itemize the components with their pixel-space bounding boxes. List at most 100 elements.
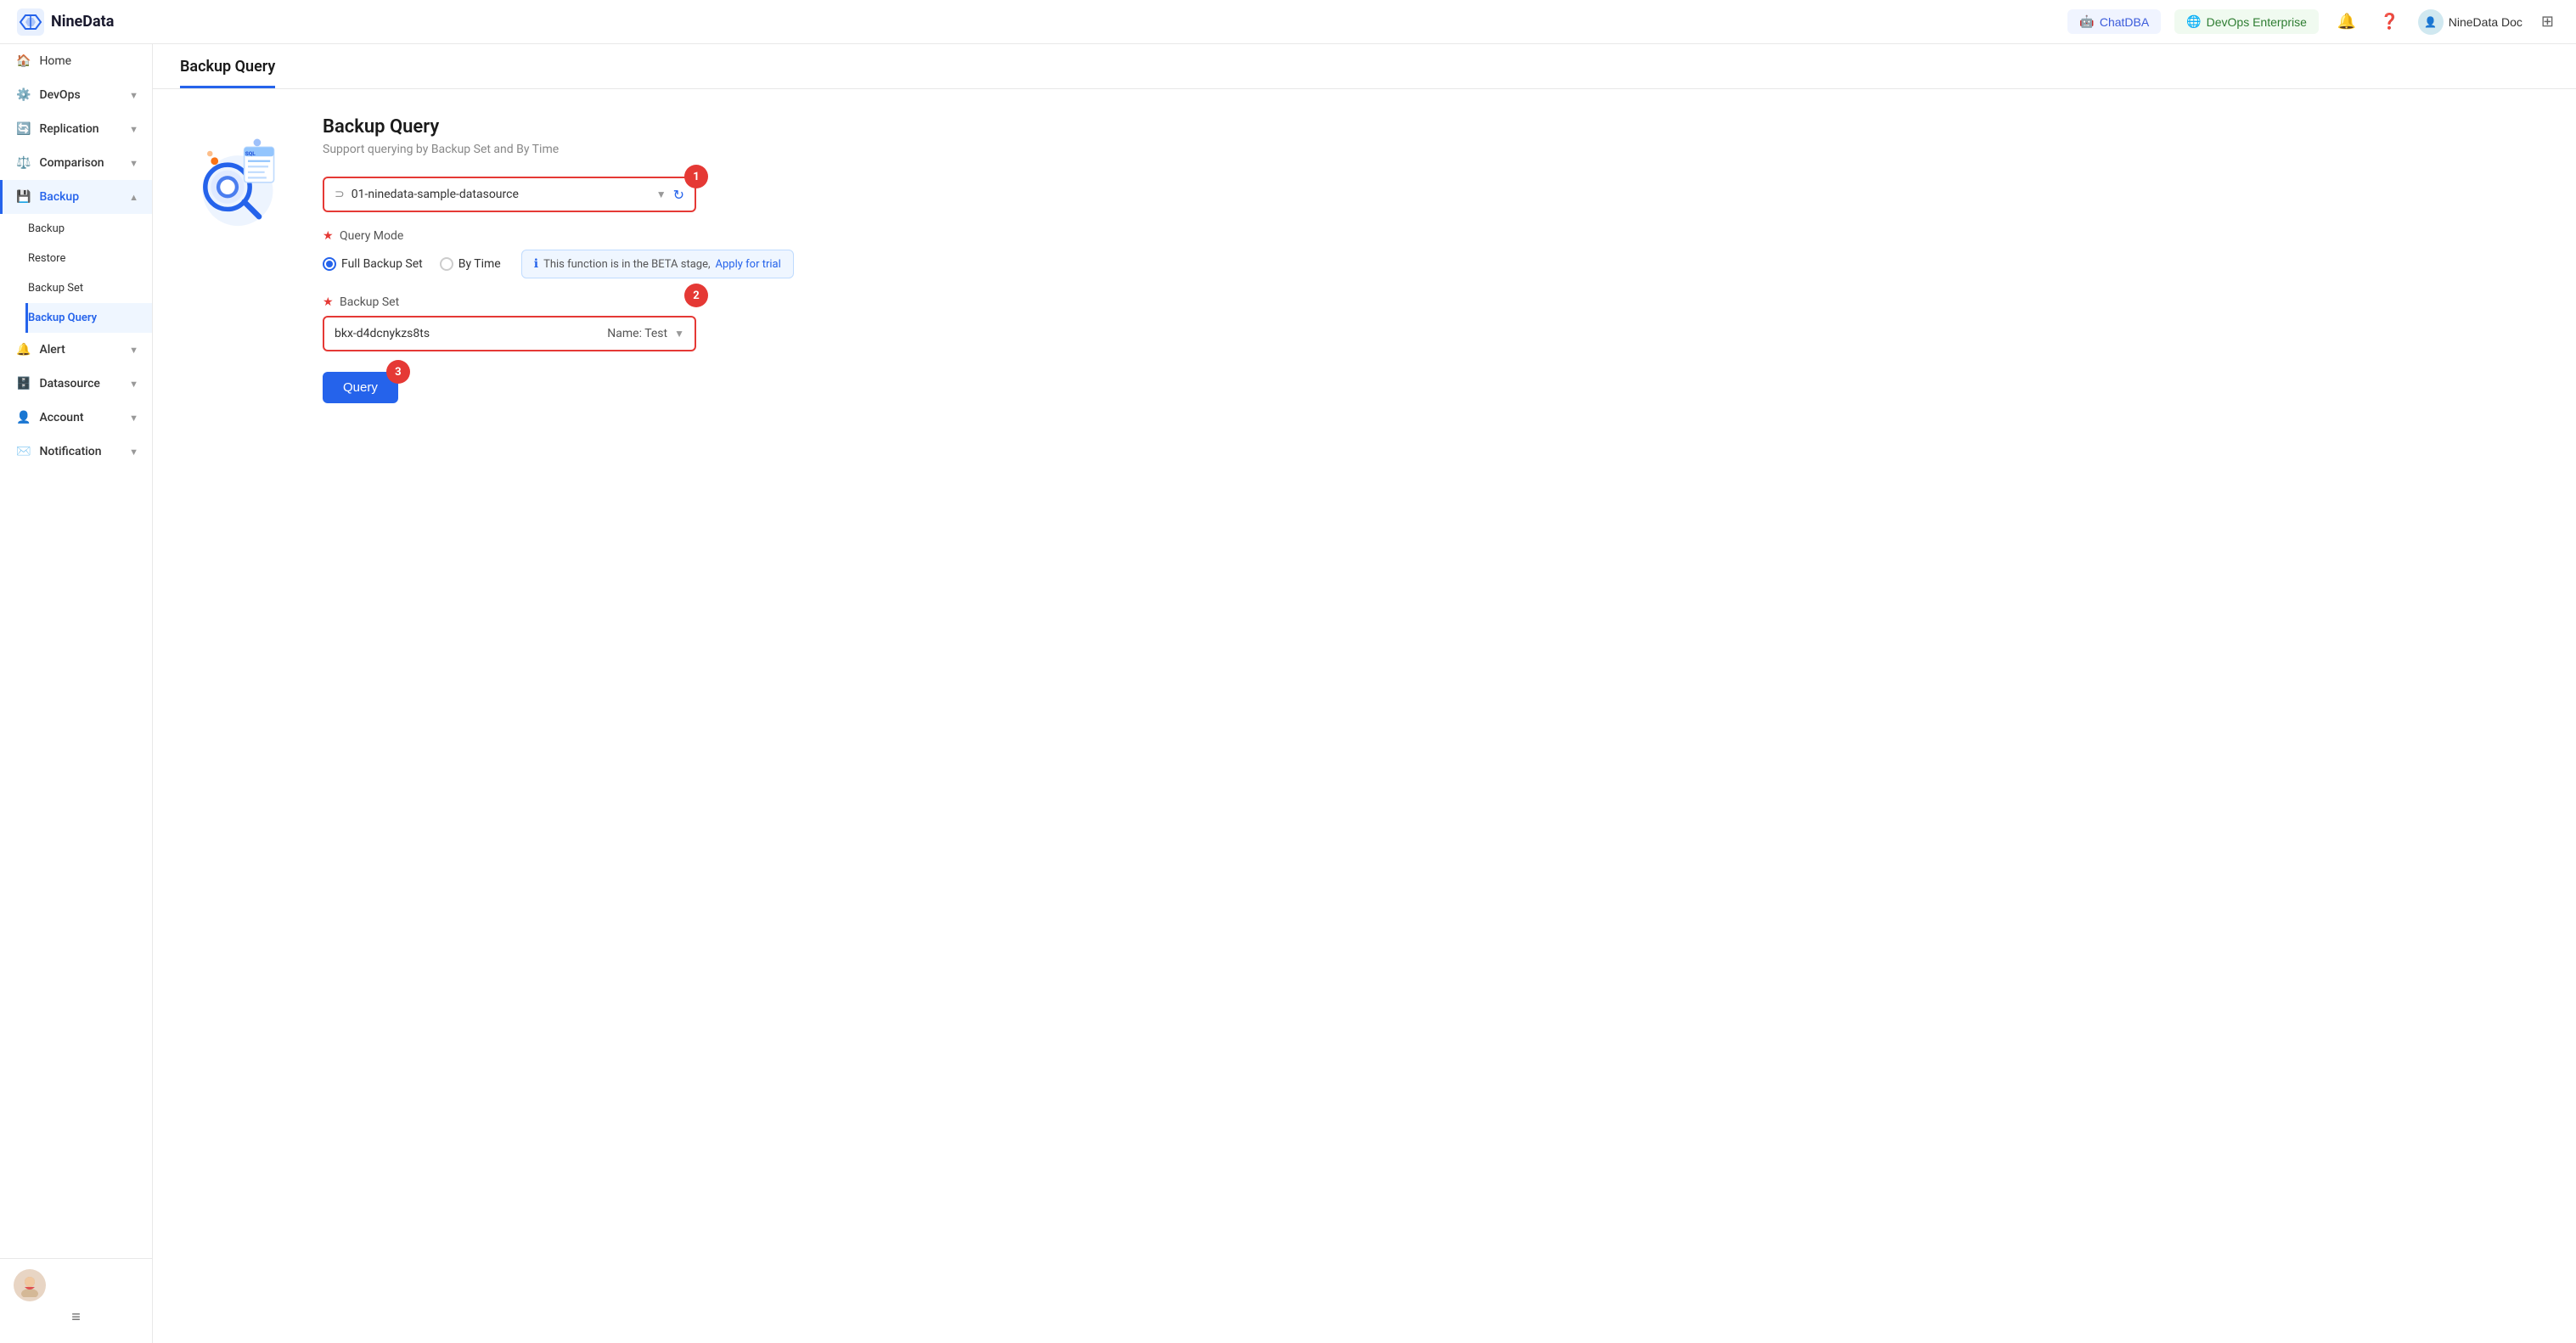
user-menu-button[interactable]: 👤 NineData Doc	[2418, 9, 2523, 35]
form-illustration: SQL	[187, 116, 289, 403]
sidebar-item-alert[interactable]: 🔔 Alert ▼	[0, 333, 152, 367]
backup-set-select[interactable]: bkx-d4dcnykzs8ts Name: Test ▼	[323, 316, 696, 351]
replication-chevron-icon: ▼	[129, 124, 138, 135]
sidebar-notification-label: Notification	[39, 445, 101, 458]
devops-nav-icon: ⚙️	[16, 88, 31, 102]
replication-icon: 🔄	[16, 122, 31, 136]
sidebar-bottom: ≡	[0, 1258, 152, 1343]
main-content: Backup Query	[153, 44, 2576, 1343]
db-icon: ⊃	[335, 188, 345, 201]
query-button-wrapper: Query 3	[323, 372, 398, 403]
query-mode-label: ★ Query Mode	[323, 229, 2542, 243]
by-time-radio-dot	[440, 257, 453, 271]
backup-set-id: bkx-d4dcnykzs8ts	[335, 327, 607, 340]
logo-icon	[17, 8, 44, 36]
sidebar-datasource-label: Datasource	[39, 377, 99, 391]
apply-trial-link[interactable]: Apply for trial	[716, 258, 781, 271]
required-marker: ★	[323, 229, 334, 243]
backup-set-field: ★ Backup Set bkx-d4dcnykzs8ts Name: Test…	[323, 295, 696, 351]
backup-query-illustration: SQL	[187, 133, 289, 235]
page-title: Backup Query	[180, 58, 275, 88]
backup-submenu: Backup Restore Backup Set Backup Query	[0, 214, 152, 333]
help-button[interactable]: ❓	[2375, 8, 2404, 36]
backup-sub-label: Backup	[28, 222, 65, 235]
form-body: Backup Query Support querying by Backup …	[323, 116, 2542, 403]
datasource-icon: 🗄️	[16, 377, 31, 391]
chatdba-button[interactable]: 🤖 ChatDBA	[2067, 9, 2161, 34]
sidebar-item-comparison[interactable]: ⚖️ Comparison ▼	[0, 146, 152, 180]
datasource-field: ⊃ 01-ninedata-sample-datasource ▼ ↻ 1	[323, 177, 696, 212]
step-3-badge: 3	[386, 360, 410, 384]
sidebar-item-home[interactable]: 🏠 Home	[0, 44, 152, 78]
form-area: SQL Backup Query Support querying by Bac…	[153, 89, 2576, 430]
restore-label: Restore	[28, 252, 65, 265]
by-time-radio[interactable]: By Time	[440, 257, 501, 271]
radio-group: Full Backup Set By Time	[323, 257, 501, 271]
chatdba-icon: 🤖	[2079, 14, 2094, 29]
sidebar-alert-label: Alert	[39, 343, 65, 357]
by-time-label: By Time	[458, 257, 501, 271]
refresh-icon[interactable]: ↻	[673, 187, 684, 203]
comparison-icon: ⚖️	[16, 156, 31, 170]
backup-set-required: ★	[323, 295, 334, 309]
sidebar-item-account[interactable]: 👤 Account ▼	[0, 401, 152, 435]
sidebar-item-devops[interactable]: ⚙️ DevOps ▼	[0, 78, 152, 112]
sidebar: 🏠 Home ⚙️ DevOps ▼ 🔄 Replication ▼ ⚖️ Co…	[0, 44, 153, 1343]
user-avatar-icon	[18, 1273, 42, 1297]
user-avatar: 👤	[2418, 9, 2444, 35]
devops-enterprise-button[interactable]: 🌐 DevOps Enterprise	[2174, 9, 2319, 34]
beta-text: This function is in the BETA stage,	[543, 258, 710, 271]
notification-button[interactable]: 🔔	[2332, 8, 2361, 36]
sidebar-item-datasource[interactable]: 🗄️ Datasource ▼	[0, 367, 152, 401]
sidebar-item-backup[interactable]: 💾 Backup ▲	[0, 180, 152, 214]
chatdba-label: ChatDBA	[2100, 15, 2149, 29]
sidebar-replication-label: Replication	[39, 122, 98, 136]
backup-set-label: Backup Set	[28, 282, 83, 295]
sidebar-home-label: Home	[39, 54, 71, 68]
devops-label: DevOps Enterprise	[2207, 15, 2307, 29]
notification-chevron-icon: ▼	[129, 447, 138, 458]
sidebar-item-backup-query[interactable]: Backup Query	[25, 303, 152, 333]
backup-set-label-text: ★ Backup Set	[323, 295, 696, 309]
devops-icon: 🌐	[2186, 14, 2201, 29]
logo[interactable]: NineData	[17, 8, 114, 36]
main-layout: 🏠 Home ⚙️ DevOps ▼ 🔄 Replication ▼ ⚖️ Co…	[0, 44, 2576, 1343]
navbar-right: 🤖 ChatDBA 🌐 DevOps Enterprise 🔔 ❓ 👤 Nine…	[2067, 8, 2559, 36]
sidebar-item-replication[interactable]: 🔄 Replication ▼	[0, 112, 152, 146]
backup-set-chevron-icon: ▼	[674, 328, 684, 340]
sidebar-user-avatar[interactable]	[14, 1269, 46, 1301]
collapse-sidebar-button[interactable]: ≡	[14, 1301, 138, 1333]
sidebar-account-label: Account	[39, 411, 83, 424]
backup-icon: 💾	[16, 190, 31, 204]
full-backup-label: Full Backup Set	[341, 257, 423, 271]
info-icon: ℹ	[534, 257, 538, 271]
account-icon: 👤	[16, 411, 31, 424]
sidebar-item-backup-set[interactable]: Backup Set	[25, 273, 152, 303]
sidebar-devops-label: DevOps	[39, 88, 80, 102]
sidebar-backup-label: Backup	[39, 190, 79, 204]
sidebar-comparison-label: Comparison	[39, 156, 104, 170]
form-subtitle: Support querying by Backup Set and By Ti…	[323, 143, 2542, 156]
query-mode-section: ★ Query Mode Full Backup Set By Time	[323, 229, 2542, 278]
backup-chevron-icon: ▲	[129, 192, 138, 203]
comparison-chevron-icon: ▼	[129, 158, 138, 169]
full-backup-radio[interactable]: Full Backup Set	[323, 257, 423, 271]
more-options-button[interactable]: ⊞	[2536, 8, 2559, 36]
navbar: NineData 🤖 ChatDBA 🌐 DevOps Enterprise 🔔…	[0, 0, 2576, 44]
page-header: Backup Query	[153, 44, 2576, 89]
backup-query-nav-label: Backup Query	[28, 312, 97, 324]
form-main-title: Backup Query	[323, 116, 2542, 138]
backup-set-name: Name: Test	[607, 327, 667, 340]
alert-chevron-icon: ▼	[129, 345, 138, 356]
sidebar-item-notification[interactable]: ✉️ Notification ▼	[0, 435, 152, 469]
alert-icon: 🔔	[16, 343, 31, 357]
devops-chevron-icon: ▼	[129, 90, 138, 101]
sidebar-item-restore[interactable]: Restore	[25, 244, 152, 273]
sidebar-item-backup-sub[interactable]: Backup	[25, 214, 152, 244]
svg-text:SQL: SQL	[245, 150, 256, 157]
full-backup-radio-dot	[323, 257, 336, 271]
datasource-select[interactable]: ⊃ 01-ninedata-sample-datasource ▼ ↻	[323, 177, 696, 212]
datasource-chevron-icon: ▼	[656, 188, 666, 200]
account-chevron-icon: ▼	[129, 413, 138, 424]
notification-nav-icon: ✉️	[16, 445, 31, 458]
